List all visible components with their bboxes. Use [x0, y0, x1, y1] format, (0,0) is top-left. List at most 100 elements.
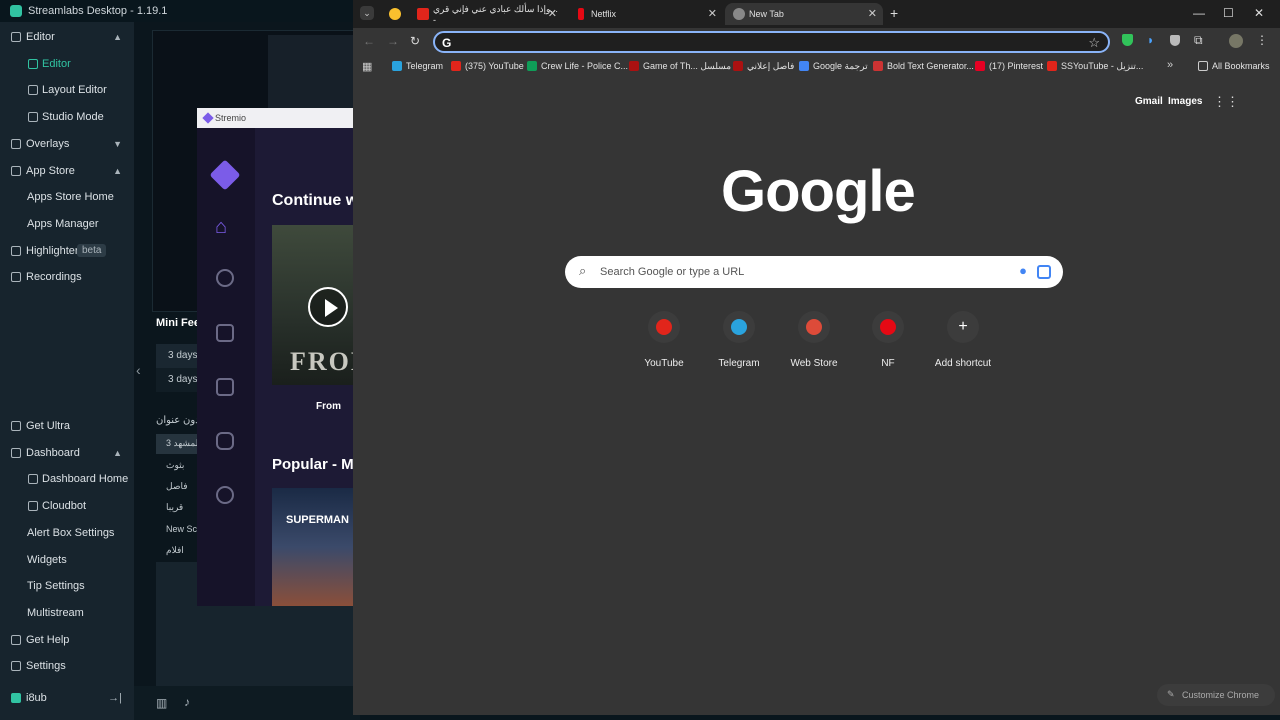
bookmark-star-icon[interactable]: ☆	[1088, 35, 1100, 51]
sidebar-item[interactable]: Tip Settings	[0, 573, 134, 599]
sidebar-item[interactable]: Dashboard Home	[0, 466, 134, 492]
stats-icon[interactable]: ▥	[156, 696, 167, 710]
search-icon: ⌕	[579, 263, 587, 278]
sidebar-item[interactable]: Multistream	[0, 600, 134, 626]
shortcut-tile[interactable]: Web Store	[774, 311, 854, 369]
bookmark-item[interactable]: Game of Th... مسلسل	[629, 61, 731, 72]
bookmark-item[interactable]: Telegram	[392, 61, 443, 71]
add-icon: +	[958, 318, 968, 335]
close-window-icon[interactable]: ✕	[1254, 6, 1264, 20]
addons-icon[interactable]	[216, 432, 234, 450]
audio-extension-icon[interactable]: ◗	[1147, 33, 1154, 47]
stremio-app-icon[interactable]	[209, 159, 241, 191]
sidebar-item-label: App Store	[26, 164, 75, 177]
sidebar-item[interactable]: Studio Mode	[0, 104, 134, 130]
bookmark-item[interactable]: Bold Text Generator...	[873, 61, 974, 71]
nav-icon	[11, 421, 21, 431]
more-bookmarks-icon[interactable]: »	[1167, 59, 1173, 71]
tab-search-icon[interactable]: ⌄	[360, 6, 374, 20]
sidebar-item[interactable]: Editor	[0, 51, 134, 77]
sidebar-item[interactable]: Settings	[0, 653, 134, 679]
sidebar-item[interactable]: Layout Editor	[0, 77, 134, 103]
back-icon[interactable]: ←	[363, 34, 375, 48]
bookmark-item[interactable]: (375) YouTube	[451, 61, 524, 71]
extensions-icon[interactable]: ⧉	[1194, 33, 1203, 48]
home-icon[interactable]: ⌂	[215, 216, 227, 239]
bookmark-label: (375) YouTube	[465, 61, 524, 71]
all-bookmarks[interactable]: All Bookmarks	[1198, 61, 1270, 71]
sidebar-item[interactable]: Cloudbot	[0, 493, 134, 519]
forward-icon[interactable]: →	[387, 34, 399, 48]
from-poster[interactable]: FRON	[272, 225, 370, 385]
close-tab-icon[interactable]: ✕	[868, 7, 877, 20]
sidebar-item[interactable]: Recordings	[0, 264, 134, 290]
chevron-icon[interactable]: ▲	[113, 448, 122, 458]
sidebar-item[interactable]: Widgets	[0, 547, 134, 573]
gmail-link[interactable]: Gmail	[1135, 96, 1163, 107]
bookmark-favicon-icon	[799, 61, 809, 71]
chevron-icon[interactable]: ▲	[113, 32, 122, 42]
play-icon[interactable]	[308, 287, 348, 327]
shortcut-tile[interactable]: Telegram	[699, 311, 779, 369]
shortcut-tile[interactable]: NF	[848, 311, 928, 369]
bookmark-item[interactable]: فاصل إعلاني	[733, 61, 794, 72]
bookmarks-bar: ▦ » All Bookmarks Telegram (375) YouTube C…	[353, 56, 1280, 78]
reload-icon[interactable]: ↻	[410, 34, 420, 48]
settings-icon[interactable]	[216, 486, 234, 504]
search-placeholder: Search Google or type a URL	[600, 266, 745, 278]
privacy-extension-icon[interactable]	[1170, 35, 1180, 46]
new-tab-icon[interactable]: +	[890, 5, 898, 21]
close-tab-icon[interactable]: ✕	[548, 7, 557, 20]
library-icon[interactable]	[216, 324, 234, 342]
chevron-icon[interactable]: ▼	[113, 139, 122, 149]
notification-bell-icon[interactable]: ♪	[184, 695, 190, 709]
collapse-sidebar-icon[interactable]: ‹	[136, 362, 141, 378]
customize-chrome-button[interactable]: ✎ Customize Chrome	[1157, 684, 1275, 706]
sidebar-item[interactable]: Dashboard ▲	[0, 440, 134, 466]
shortcut-label: Telegram	[718, 358, 760, 369]
search-box[interactable]: ⌕ Search Google or type a URL ●	[565, 256, 1063, 288]
images-link[interactable]: Images	[1168, 96, 1202, 107]
minimize-icon[interactable]: —	[1193, 6, 1205, 20]
discover-icon[interactable]	[216, 269, 234, 287]
sidebar-item-label: Studio Mode	[42, 111, 104, 124]
bookmark-item[interactable]: Google ترجمة	[799, 61, 868, 72]
maximize-icon[interactable]: ☐	[1223, 6, 1234, 20]
profile-avatar[interactable]	[1229, 34, 1243, 48]
close-tab-icon[interactable]: ✕	[708, 7, 717, 20]
shortcut-tile[interactable]: YouTube	[624, 311, 704, 369]
voice-search-icon[interactable]: ●	[1019, 263, 1027, 278]
sidebar-item[interactable]: Get Ultra	[0, 413, 134, 439]
chevron-icon[interactable]: ▲	[113, 166, 122, 176]
sidebar-item[interactable]: Apps Store Home	[0, 184, 134, 210]
sidebar-item[interactable]: App Store ▲	[0, 158, 134, 184]
sidebar-item-label: Recordings	[26, 271, 82, 284]
sidebar-item[interactable]: Highlighter beta	[0, 238, 134, 264]
superman-poster[interactable]: SUPERMAN	[272, 488, 360, 606]
shortcut-tile[interactable]: + Add shortcut	[923, 311, 1003, 369]
user-account[interactable]: i8ub →|	[0, 685, 134, 711]
sidebar-item[interactable]: Overlays ▼	[0, 131, 134, 157]
sidebar-item[interactable]: Apps Manager	[0, 211, 134, 237]
tab-netflix[interactable]: Netflix ✕	[567, 3, 723, 25]
sidebar-item-label: Apps Store Home	[27, 191, 114, 204]
tab-new-tab[interactable]: New Tab ✕	[725, 3, 883, 25]
sidebar-item[interactable]: Get Help	[0, 627, 134, 653]
omnibox[interactable]: G ☆	[433, 31, 1110, 53]
user-icon	[11, 693, 21, 703]
logout-icon[interactable]: →|	[108, 692, 122, 704]
bookmark-item[interactable]: SSYouTube - تنزيل...	[1047, 61, 1143, 72]
bookmark-item[interactable]: (17) Pinterest	[975, 61, 1043, 71]
menu-icon[interactable]: ⋮	[1256, 33, 1268, 47]
sidebar-item[interactable]: Alert Box Settings	[0, 520, 134, 546]
lens-icon[interactable]	[1037, 265, 1051, 279]
shield-extension-icon[interactable]	[1122, 34, 1133, 46]
bookmark-item[interactable]: Crew Life - Police C...	[527, 61, 628, 71]
calendar-icon[interactable]	[216, 378, 234, 396]
tab-youtube[interactable]: وإذا سألك عبادي عني فإني قري... - ✕	[409, 3, 563, 25]
tab-pinned[interactable]	[381, 3, 405, 25]
sidebar-item[interactable]: Editor ▲	[0, 24, 134, 50]
streamlabs-logo-icon	[10, 5, 22, 17]
google-apps-icon[interactable]: ⋮⋮	[1213, 94, 1239, 110]
apps-grid-icon[interactable]: ▦	[362, 60, 372, 73]
